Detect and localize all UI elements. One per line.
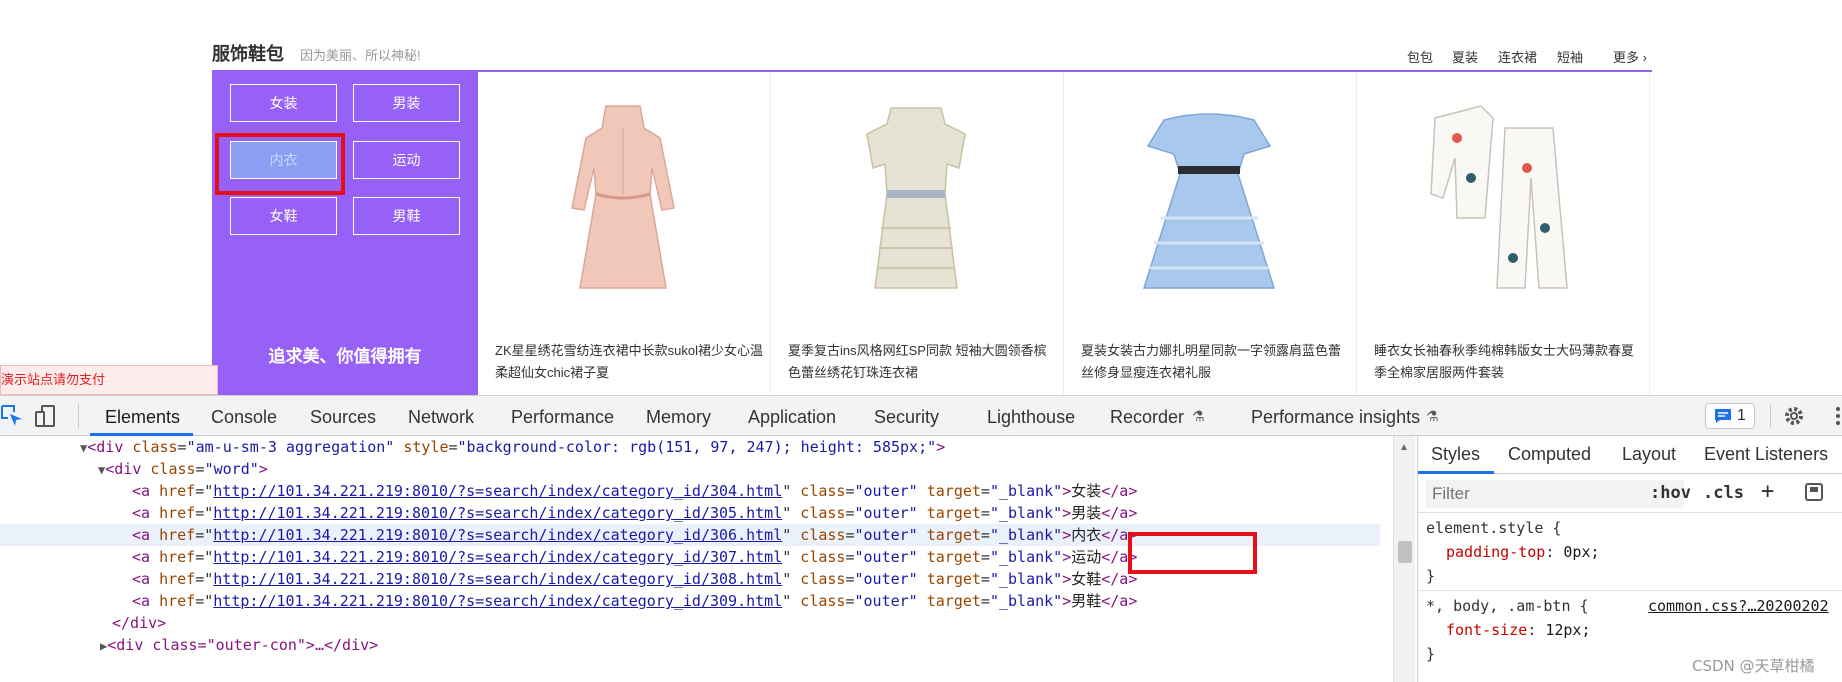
product-name[interactable]: 夏季复古ins风格网红SP同款 短袖大圆领香槟色蕾丝绣花钉珠连衣裙 xyxy=(788,340,1058,384)
tab-elements[interactable]: Elements xyxy=(105,407,180,428)
pink-dress-image[interactable] xyxy=(548,98,698,298)
cls-toggle[interactable]: .cls xyxy=(1703,483,1744,503)
rule-declaration[interactable]: font-size: 12px; xyxy=(1446,621,1591,639)
more-options-icon[interactable] xyxy=(1826,404,1842,428)
rule-selector: *, body, .am-btn { xyxy=(1426,597,1589,615)
category-button-womens-shoes[interactable]: 女鞋 xyxy=(230,197,337,235)
gear-icon[interactable] xyxy=(1782,404,1806,428)
issues-badge[interactable]: 1 xyxy=(1705,403,1755,429)
web-page: 服饰鞋包 因为美丽、所以神秘! 包包 夏装 连衣裙 短袖 更多 › 女装 男装 … xyxy=(0,0,1842,395)
add-rule-icon[interactable]: + xyxy=(1761,479,1774,504)
href-link[interactable]: http://101.34.221.219:8010/?s=search/ind… xyxy=(213,482,782,500)
flask-icon: ⚗ xyxy=(1192,408,1205,424)
highlight-box xyxy=(215,133,345,195)
tab-styles[interactable]: Styles xyxy=(1431,444,1480,465)
category-button-mens-shoes[interactable]: 男鞋 xyxy=(353,197,460,235)
tab-sources[interactable]: Sources xyxy=(310,407,376,428)
tab-application[interactable]: Application xyxy=(748,407,836,428)
devtools-tab-bar: Elements Console Sources Network Perform… xyxy=(0,396,1842,436)
product-card[interactable]: 夏装女装古力娜扎明星同款一字领露肩蓝色蕾丝修身显瘦连衣裙礼服 xyxy=(1064,72,1357,395)
href-link[interactable]: http://101.34.221.219:8010/?s=search/ind… xyxy=(213,548,782,566)
dom-node-link[interactable]: <a href="http://101.34.221.219:8010/?s=s… xyxy=(0,590,1380,612)
inspect-element-icon[interactable] xyxy=(0,404,24,428)
section-subtitle: 因为美丽、所以神秘! xyxy=(300,48,421,63)
tab-memory[interactable]: Memory xyxy=(646,407,711,428)
tab-separator xyxy=(1770,404,1771,428)
stylesheet-source-link[interactable]: common.css?…20200202 xyxy=(1648,597,1829,615)
dom-node-aggregation[interactable]: ▼<div class="am-u-sm-3 aggregation" styl… xyxy=(0,436,1380,458)
tab-event-listeners[interactable]: Event Listeners xyxy=(1704,444,1828,465)
issues-count: 1 xyxy=(1737,407,1746,424)
tab-layout[interactable]: Layout xyxy=(1622,444,1676,465)
tab-recorder[interactable]: Recorder xyxy=(1110,407,1184,428)
flask-icon: ⚗ xyxy=(1426,408,1439,424)
rule-close-brace: } xyxy=(1426,645,1436,663)
rule-close-brace: } xyxy=(1426,567,1436,585)
nav-link-dresses[interactable]: 连衣裙 xyxy=(1498,47,1537,66)
href-link[interactable]: http://101.34.221.219:8010/?s=search/ind… xyxy=(213,526,782,544)
demo-warning-banner: 演示站点请勿支付 xyxy=(0,365,218,395)
product-card[interactable]: 睡衣女长袖春秋季纯棉韩版女士大码薄款春夏季全棉家居服两件套装 xyxy=(1357,72,1650,395)
tab-performance[interactable]: Performance xyxy=(511,407,614,428)
styles-filter-input[interactable] xyxy=(1426,480,1684,508)
nav-link-bags[interactable]: 包包 xyxy=(1407,47,1433,66)
dom-node-link[interactable]: <a href="http://101.34.221.219:8010/?s=s… xyxy=(0,502,1380,524)
watermark: CSDN @天草柑橘 xyxy=(1692,657,1815,675)
more-link[interactable]: 更多 › xyxy=(1613,47,1647,66)
rule-separator xyxy=(1418,590,1842,591)
highlight-box xyxy=(1128,532,1257,574)
nav-link-summer[interactable]: 夏装 xyxy=(1452,47,1478,66)
tab-separator xyxy=(78,404,79,428)
dom-node-link[interactable]: <a href="http://101.34.221.219:8010/?s=s… xyxy=(0,480,1380,502)
section-title: 服饰鞋包 xyxy=(212,44,284,64)
scrollbar-thumb[interactable] xyxy=(1398,541,1412,563)
product-name[interactable]: 夏装女装古力娜扎明星同款一字领露肩蓝色蕾丝修身显瘦连衣裙礼服 xyxy=(1081,340,1351,384)
lace-dress-image[interactable] xyxy=(841,98,991,298)
nav-link-short-sleeve[interactable]: 短袖 xyxy=(1557,47,1583,66)
product-name[interactable]: 睡衣女长袖春秋季纯棉韩版女士大码薄款春夏季全棉家居服两件套装 xyxy=(1374,340,1644,384)
dom-scrollbar[interactable]: ▲ xyxy=(1393,436,1415,682)
href-link[interactable]: http://101.34.221.219:8010/?s=search/ind… xyxy=(213,592,782,610)
category-button-sports[interactable]: 运动 xyxy=(353,141,460,179)
tab-computed[interactable]: Computed xyxy=(1508,444,1591,465)
computed-sidebar-icon[interactable] xyxy=(1804,482,1824,502)
product-card[interactable]: ZK星星绣花雪纺连衣裙中长款sukol裙少女心温柔超仙女chic裙子夏 xyxy=(478,72,771,395)
href-link[interactable]: http://101.34.221.219:8010/?s=search/ind… xyxy=(213,570,782,588)
scroll-up-icon[interactable]: ▲ xyxy=(1399,442,1409,453)
hov-toggle[interactable]: :hov xyxy=(1650,483,1691,503)
device-toolbar-icon[interactable] xyxy=(34,404,58,428)
devtools-panel: Elements Console Sources Network Perform… xyxy=(0,395,1842,682)
href-link[interactable]: http://101.34.221.219:8010/?s=search/ind… xyxy=(213,504,782,522)
dom-node-close[interactable]: </div> xyxy=(0,612,1380,634)
active-tab-indicator xyxy=(1418,471,1494,474)
tab-performance-insights[interactable]: Performance insights xyxy=(1251,407,1420,428)
tab-network[interactable]: Network xyxy=(408,407,474,428)
dom-node-word[interactable]: ▼<div class="word"> xyxy=(0,458,1380,480)
rule-declaration[interactable]: padding-top: 0px; xyxy=(1446,543,1600,561)
pajama-image[interactable] xyxy=(1427,98,1577,298)
category-button-womens[interactable]: 女装 xyxy=(230,84,337,122)
aggregation-panel: 女装 男装 内衣 运动 女鞋 男鞋 追求美、你值得拥有 xyxy=(212,72,478,395)
rule-element-style[interactable]: element.style { padding-top: 0px; } xyxy=(1418,514,1842,585)
category-button-mens[interactable]: 男装 xyxy=(353,84,460,122)
rule-selector: element.style { xyxy=(1426,519,1562,537)
message-icon xyxy=(1715,409,1732,423)
blue-dress-image[interactable] xyxy=(1134,98,1284,298)
rule-separator xyxy=(1418,512,1842,513)
dom-node-outer-con[interactable]: ▶<div class="outer-con">…</div> xyxy=(0,634,1380,656)
tab-security[interactable]: Security xyxy=(874,407,939,428)
product-card[interactable]: 夏季复古ins风格网红SP同款 短袖大圆领香槟色蕾丝绣花钉珠连衣裙 xyxy=(771,72,1064,395)
tab-lighthouse[interactable]: Lighthouse xyxy=(987,407,1075,428)
product-name[interactable]: ZK星星绣花雪纺连衣裙中长款sukol裙少女心温柔超仙女chic裙子夏 xyxy=(495,340,765,384)
aggregation-slogan: 追求美、你值得拥有 xyxy=(268,347,422,366)
styles-pane: Styles Computed Layout Event Listeners :… xyxy=(1417,436,1842,682)
tab-console[interactable]: Console xyxy=(211,407,277,428)
styles-tab-bar: Styles Computed Layout Event Listeners xyxy=(1418,436,1842,474)
